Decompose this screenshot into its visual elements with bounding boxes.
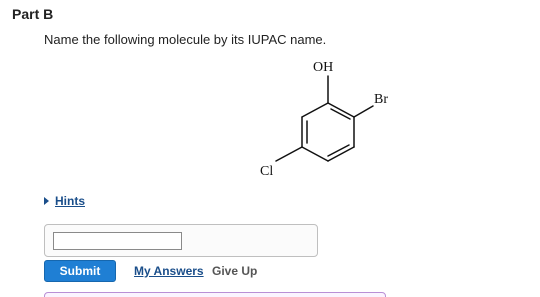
bromo-label: Br <box>374 92 388 107</box>
chloro-label: Cl <box>260 164 273 179</box>
part-title: Part B <box>12 6 54 22</box>
hints-toggle[interactable]: Hints <box>44 194 85 208</box>
give-up-button[interactable]: Give Up <box>212 264 257 278</box>
answer-box <box>44 224 318 257</box>
feedback-panel <box>44 292 386 297</box>
caret-right-icon <box>44 197 49 205</box>
hints-label: Hints <box>55 194 85 208</box>
my-answers-link[interactable]: My Answers <box>134 264 204 278</box>
submit-button[interactable]: Submit <box>44 260 116 282</box>
benzene-ring <box>301 102 355 162</box>
answer-input[interactable] <box>53 232 182 250</box>
problem-page: Part B Name the following molecule by it… <box>0 0 540 297</box>
molecule-structure: OH Br Cl <box>260 60 388 179</box>
hydroxyl-label: OH <box>313 60 333 75</box>
substituent-bonds <box>275 75 374 162</box>
question-text: Name the following molecule by its IUPAC… <box>44 32 327 47</box>
